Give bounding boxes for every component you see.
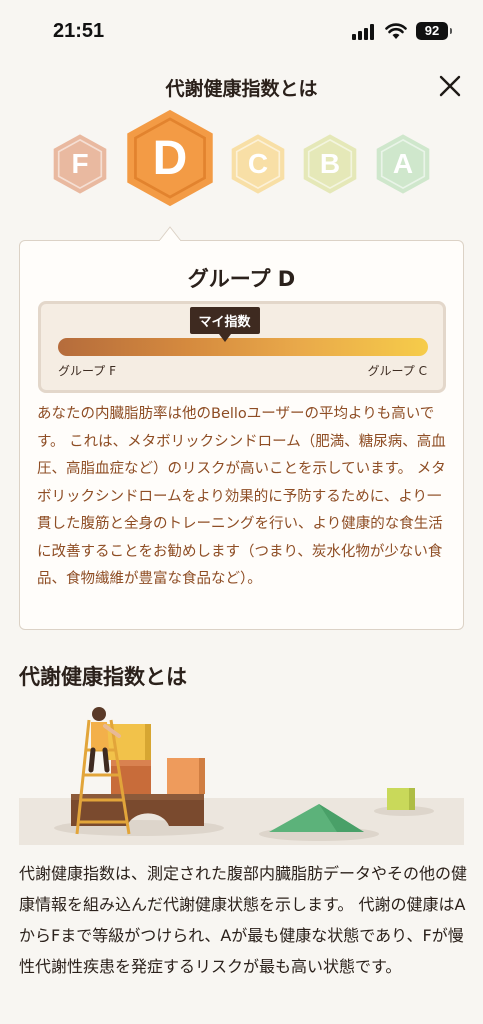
gauge-left-label: グループ F — [58, 364, 116, 378]
metabolic-illustration — [19, 707, 464, 845]
grade-letter: A — [392, 148, 414, 179]
close-icon[interactable] — [436, 72, 464, 100]
grade-b-hexagon[interactable]: B — [302, 133, 358, 195]
status-bar: 21:51 92 — [0, 0, 483, 62]
cellular-signal-icon — [352, 24, 378, 40]
grade-selector: FDCBA — [0, 109, 483, 222]
index-gauge: マイ指数 グループ F グループ C — [38, 301, 446, 393]
card-pointer — [159, 226, 181, 241]
page-title: 代謝健康指数とは — [165, 78, 318, 100]
grade-letter: D — [152, 131, 188, 185]
grade-a-hexagon[interactable]: A — [375, 133, 431, 195]
status-time: 21:51 — [53, 20, 105, 42]
section-title: 代謝健康指数とは — [19, 665, 187, 689]
grade-letter: B — [319, 148, 341, 179]
my-index-label: マイ指数 — [189, 307, 260, 334]
my-index-marker: マイ指数 — [189, 307, 260, 342]
grade-description: あなたの内臓脂肪率は他のBelloユーザーの平均よりも高いです。 これは、メタボ… — [37, 406, 446, 587]
wifi-icon — [385, 23, 407, 39]
grade-title: グループ D — [187, 267, 296, 291]
grade-c-hexagon[interactable]: C — [230, 133, 286, 195]
section-body: 代謝健康指数は、測定された腹部内臓脂肪データやその他の健康情報を組み込んだ代謝健… — [19, 864, 468, 976]
battery-indicator: 92 — [416, 22, 452, 40]
grade-result-card: グループ D マイ指数 グループ F グループ C あなたの内臓脂肪率は他のBe… — [19, 240, 464, 630]
gauge-right-label: グループ C — [367, 364, 427, 378]
grade-d-hexagon[interactable]: D — [124, 108, 216, 208]
grade-f-hexagon[interactable]: F — [52, 133, 108, 195]
grade-letter: F — [71, 148, 89, 179]
marker-pointer-icon — [218, 334, 231, 342]
grade-letter: C — [247, 148, 269, 179]
